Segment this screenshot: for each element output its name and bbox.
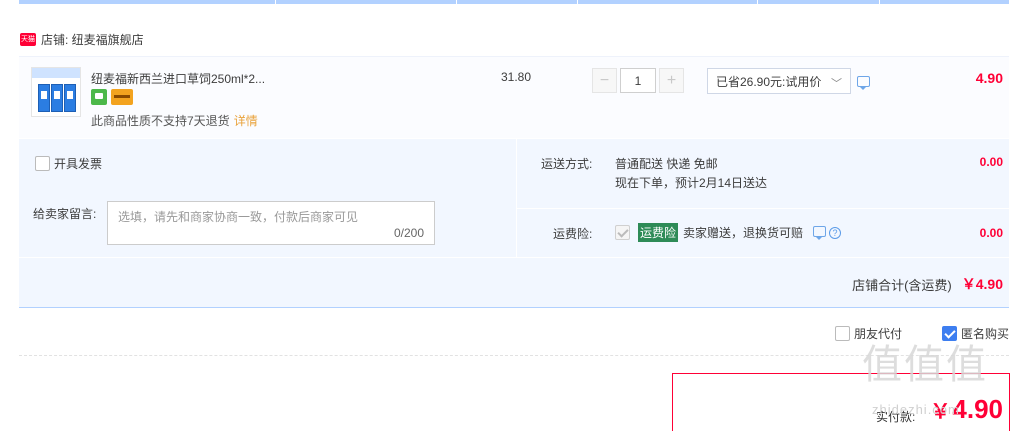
invoice-checkbox[interactable] [35, 156, 50, 171]
insurance-badge: 运费险 [638, 223, 679, 242]
friend-pay-checkbox[interactable] [834, 326, 850, 341]
shop-total-amount: ￥4.90 [961, 276, 1003, 292]
service-icons [91, 89, 133, 105]
insurance-label: 运费险: [553, 227, 593, 241]
shipping-eta: 现在下单，预计2月14日送达 [615, 176, 768, 190]
quantity-input[interactable]: 1 [620, 68, 656, 93]
table-header-bar [19, 0, 1009, 4]
shop-header: 天猫 店铺: 纽麦福旗舰店 [20, 31, 144, 47]
return-policy-text: 此商品性质不支持7天退货 [91, 114, 230, 128]
cart-item-row: 纽麦福新西兰进口草饲250ml*2... 此商品性质不支持7天退货 详情 31.8… [19, 56, 1009, 138]
product-thumbnail[interactable] [31, 67, 81, 117]
payment-options: 朋友代付 匿名购买 [795, 325, 1009, 342]
shipping-label: 运送方式: [541, 157, 593, 171]
anonymous-checkbox[interactable] [941, 326, 957, 341]
watermark-logo: 值值值 [862, 343, 988, 387]
shipping-method: 普通配送 快递 免邮 [615, 157, 718, 171]
shop-total: 店铺合计(含运费) ￥4.90 [852, 274, 1003, 294]
insurance-row: 运费险 卖家赠送，退换货可赔 ? [615, 223, 842, 242]
anonymous-label: 匿名购买 [960, 327, 1009, 341]
credit-card-icon[interactable] [111, 89, 133, 105]
memo-label: 给卖家留言: [33, 207, 97, 221]
unit-price: 31.80 [501, 70, 532, 84]
help-icon[interactable]: ? [829, 226, 842, 239]
quantity-stepper: − 1 + [592, 68, 684, 93]
decrease-button[interactable]: − [592, 68, 617, 93]
memo-char-count: 0/200 [393, 226, 424, 240]
insurance-fee: 0.00 [979, 226, 1003, 240]
insurance-text: 卖家赠送，退换货可赔 [683, 226, 804, 240]
order-options-panel: 开具发票 给卖家留言: 选填，请先和商家协商一致，付款后商家可见 0/200 运… [19, 139, 1010, 308]
anonymous-option[interactable]: 匿名购买 [941, 325, 1009, 342]
shop-total-label: 店铺合计(含运费) [852, 277, 952, 293]
chevron-down-icon: ﹀ [831, 78, 842, 90]
guarantee-icon[interactable] [91, 89, 107, 105]
promotion-label: 已省26.90元:试用价 [716, 74, 822, 89]
friend-pay-option[interactable]: 朋友代付 [834, 325, 902, 342]
increase-button[interactable]: + [659, 68, 684, 93]
insurance-checkbox [615, 225, 630, 240]
details-link[interactable]: 详情 [234, 114, 258, 128]
divider [19, 355, 1009, 356]
memo-placeholder: 选填，请先和商家协商一致，付款后商家可见 [118, 210, 359, 224]
watermark-url: zhidezhi.com [872, 402, 960, 417]
item-subtotal: 4.90 [975, 70, 1003, 86]
friend-pay-label: 朋友代付 [853, 327, 902, 341]
chat-icon[interactable] [813, 226, 827, 240]
tmall-icon: 天猫 [20, 32, 36, 46]
invoice-label: 开具发票 [54, 157, 103, 171]
invoice-option[interactable]: 开具发票 [35, 155, 102, 172]
chat-icon[interactable] [857, 76, 870, 90]
shop-name[interactable]: 店铺: 纽麦福旗舰店 [41, 31, 144, 48]
seller-memo-input[interactable]: 选填，请先和商家协商一致，付款后商家可见 0/200 [107, 201, 435, 245]
promotion-select[interactable]: 已省26.90元:试用价 ﹀ [707, 68, 851, 94]
shipping-fee: 0.00 [979, 155, 1003, 169]
return-policy-note: 此商品性质不支持7天退货 详情 [91, 112, 258, 129]
product-title[interactable]: 纽麦福新西兰进口草饲250ml*2... [91, 70, 265, 87]
